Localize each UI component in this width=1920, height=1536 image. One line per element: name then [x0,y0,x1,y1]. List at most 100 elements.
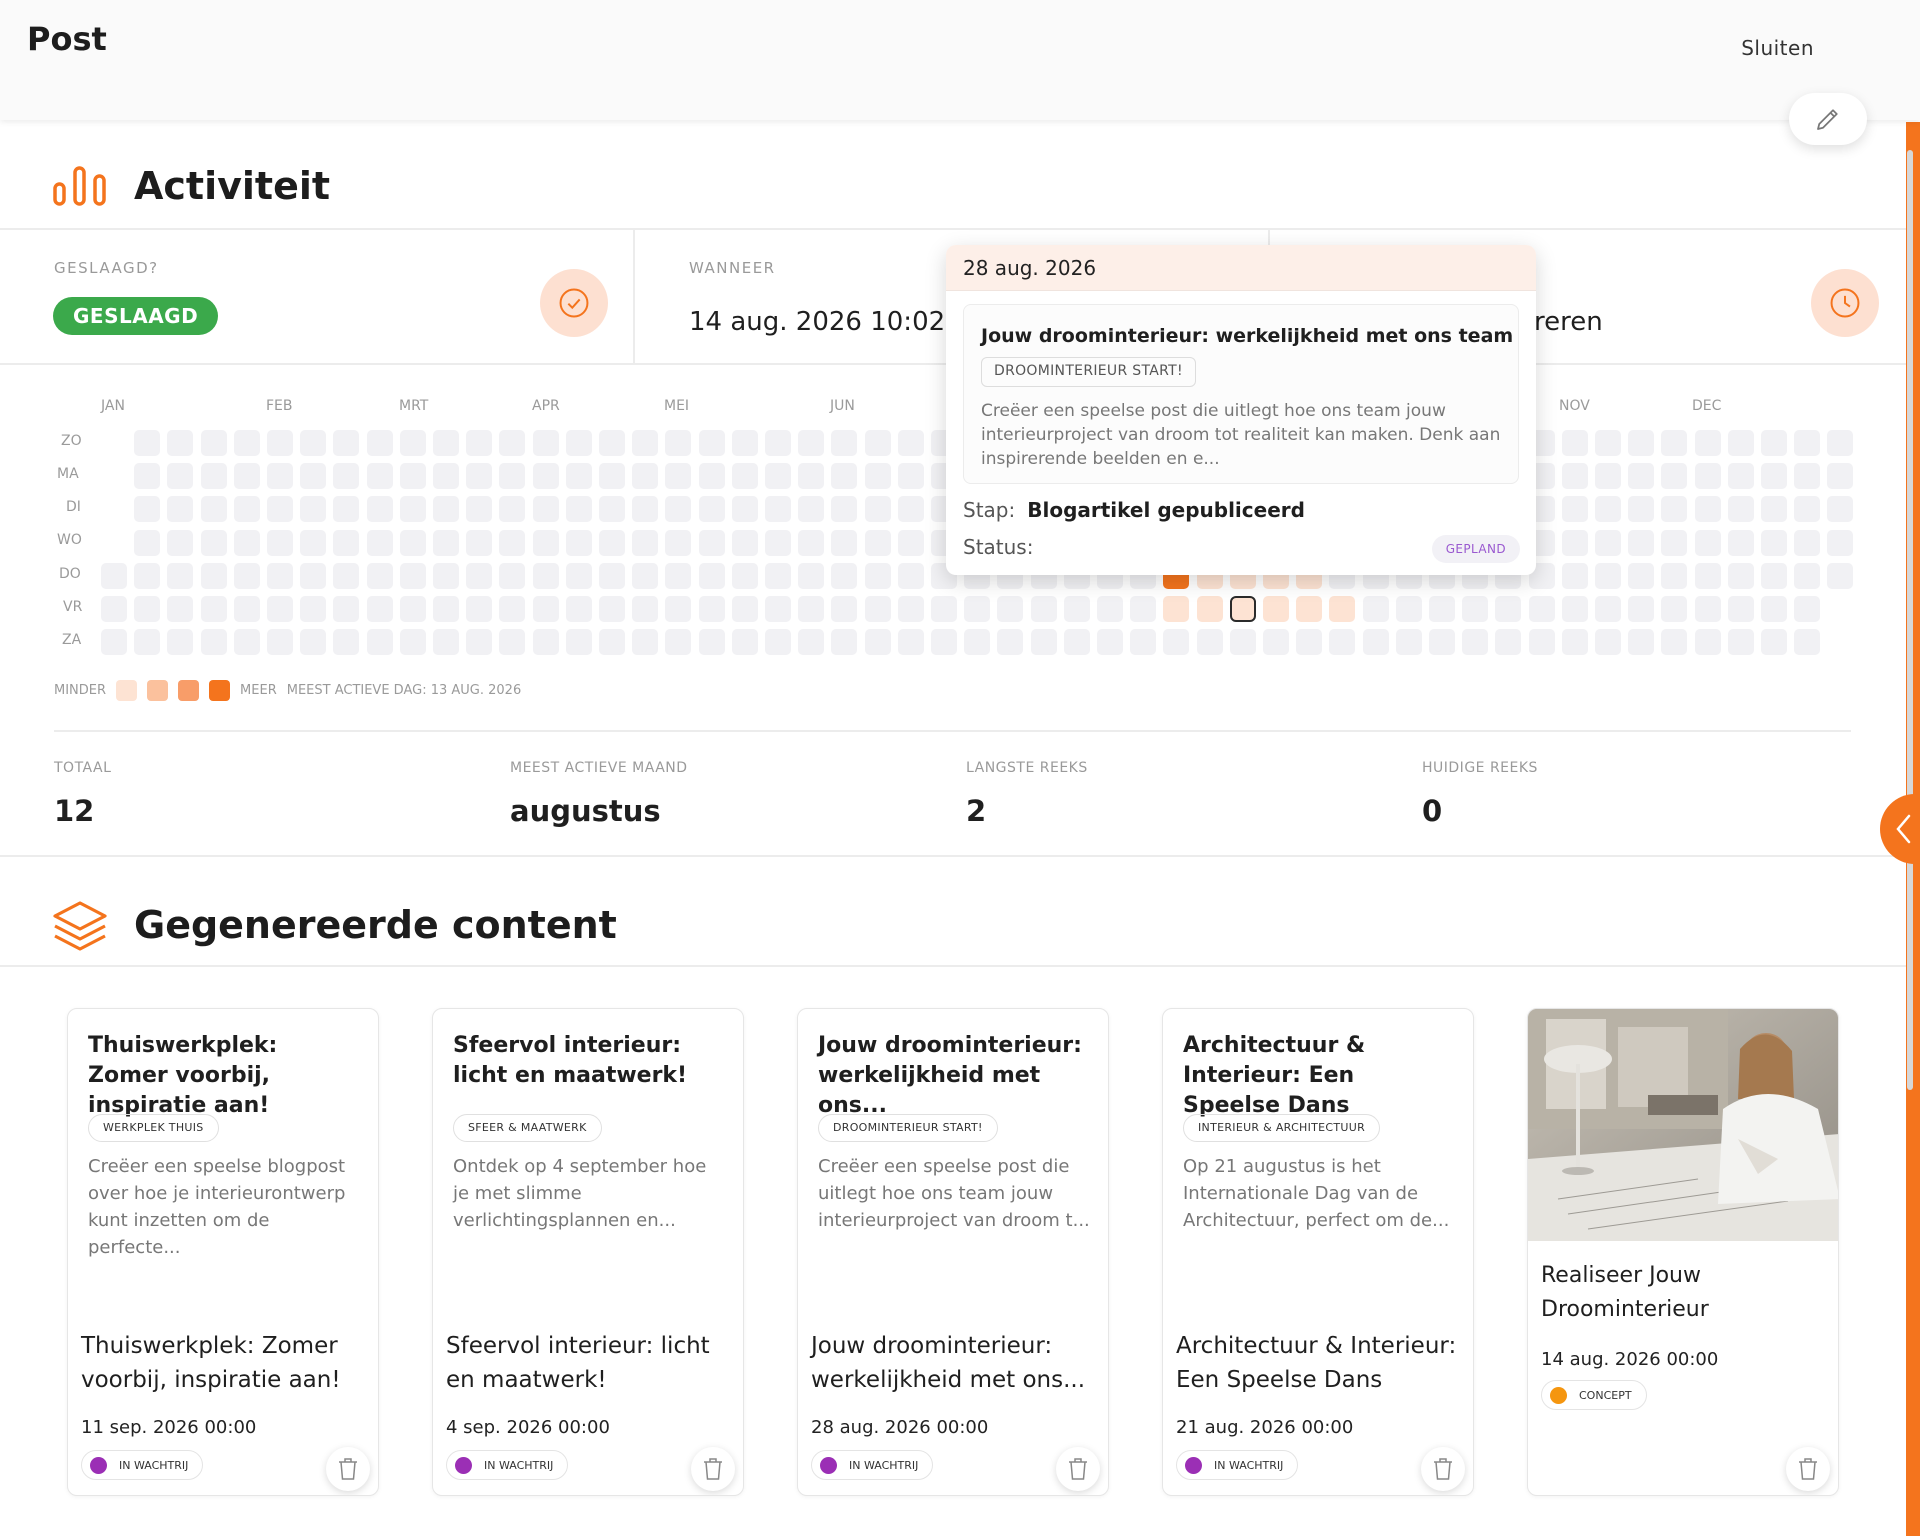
heatmap-cell[interactable] [732,530,758,556]
heatmap-cell[interactable] [1827,530,1853,556]
heatmap-cell[interactable] [466,496,492,522]
delete-button[interactable] [1056,1447,1100,1491]
heatmap-cell[interactable] [566,430,592,456]
heatmap-cell[interactable] [1761,463,1787,489]
heatmap-cell[interactable] [632,430,658,456]
heatmap-cell[interactable] [134,430,160,456]
heatmap-cell[interactable] [1794,463,1820,489]
heatmap-cell[interactable] [1429,596,1455,622]
heatmap-cell[interactable] [333,496,359,522]
heatmap-cell[interactable] [1329,596,1355,622]
heatmap-cell[interactable] [1628,563,1654,589]
heatmap-cell[interactable] [400,563,426,589]
heatmap-cell[interactable] [333,463,359,489]
heatmap-cell[interactable] [1794,496,1820,522]
heatmap-cell[interactable] [466,563,492,589]
heatmap-cell[interactable] [367,596,393,622]
heatmap-cell[interactable] [1064,596,1090,622]
heatmap-cell[interactable] [898,530,924,556]
heatmap-cell[interactable] [267,430,293,456]
heatmap-cell[interactable] [665,563,691,589]
heatmap-cell[interactable] [732,463,758,489]
heatmap-cell[interactable] [898,629,924,655]
heatmap-cell[interactable] [1695,596,1721,622]
heatmap-cell[interactable] [765,463,791,489]
heatmap-cell[interactable] [865,463,891,489]
heatmap-cell[interactable] [499,596,525,622]
heatmap-cell[interactable] [831,530,857,556]
heatmap-cell[interactable] [433,496,459,522]
heatmap-cell[interactable] [533,629,559,655]
heatmap-cell[interactable] [632,629,658,655]
heatmap-cell[interactable] [300,496,326,522]
heatmap-cell[interactable] [267,530,293,556]
heatmap-cell[interactable] [234,496,260,522]
heatmap-cell[interactable] [300,629,326,655]
heatmap-cell[interactable] [732,596,758,622]
heatmap-cell[interactable] [1197,629,1223,655]
heatmap-cell[interactable] [1695,629,1721,655]
heatmap-cell[interactable] [831,629,857,655]
heatmap-cell[interactable] [1462,596,1488,622]
heatmap-cell[interactable] [865,563,891,589]
heatmap-cell[interactable] [865,596,891,622]
heatmap-cell[interactable] [997,596,1023,622]
heatmap-cell[interactable] [533,563,559,589]
heatmap-cell[interactable] [732,496,758,522]
heatmap-cell[interactable] [400,629,426,655]
heatmap-cell[interactable] [1595,530,1621,556]
close-button[interactable]: Sluiten [1741,36,1814,60]
heatmap-cell[interactable] [400,496,426,522]
heatmap-cell[interactable] [1794,430,1820,456]
heatmap-cell[interactable] [1794,629,1820,655]
delete-button[interactable] [1421,1447,1465,1491]
heatmap-cell[interactable] [632,596,658,622]
heatmap-cell[interactable] [1562,430,1588,456]
heatmap-cell[interactable] [599,463,625,489]
heatmap-cell[interactable] [533,463,559,489]
heatmap-cell[interactable] [699,463,725,489]
heatmap-cell[interactable] [466,530,492,556]
heatmap-cell[interactable] [997,629,1023,655]
heatmap-cell[interactable] [1296,629,1322,655]
heatmap-cell[interactable] [831,596,857,622]
edit-button[interactable] [1789,93,1867,145]
heatmap-cell[interactable] [1562,463,1588,489]
heatmap-cell[interactable] [533,496,559,522]
heatmap-cell[interactable] [898,596,924,622]
heatmap-cell[interactable] [1495,596,1521,622]
heatmap-cell[interactable] [865,430,891,456]
heatmap-cell[interactable] [599,563,625,589]
heatmap-cell[interactable] [1263,629,1289,655]
heatmap-cell[interactable] [1263,596,1289,622]
heatmap-cell[interactable] [1130,629,1156,655]
heatmap-cell[interactable] [1495,629,1521,655]
heatmap-cell[interactable] [466,629,492,655]
heatmap-cell[interactable] [167,430,193,456]
heatmap-cell[interactable] [333,563,359,589]
heatmap-cell[interactable] [1031,629,1057,655]
heatmap-cell[interactable] [466,430,492,456]
heatmap-cell[interactable] [167,463,193,489]
heatmap-cell[interactable] [167,530,193,556]
heatmap-cell[interactable] [134,463,160,489]
heatmap-cell[interactable] [400,430,426,456]
heatmap-cell[interactable] [665,530,691,556]
content-card[interactable]: Architectuur & Interieur: Een Speelse Da… [1162,1008,1474,1496]
heatmap-cell[interactable] [1031,596,1057,622]
heatmap-cell[interactable] [466,463,492,489]
heatmap-cell[interactable] [533,430,559,456]
heatmap-cell[interactable] [865,530,891,556]
delete-button[interactable] [1786,1447,1830,1491]
heatmap-cell[interactable] [499,430,525,456]
heatmap-cell[interactable] [1628,530,1654,556]
heatmap-cell[interactable] [1794,596,1820,622]
content-card[interactable]: Sfeervol interieur: licht en maatwerk! S… [432,1008,744,1496]
heatmap-cell[interactable] [1695,530,1721,556]
heatmap-cell[interactable] [201,430,227,456]
heatmap-cell[interactable] [433,596,459,622]
heatmap-cell[interactable] [333,530,359,556]
heatmap-cell[interactable] [101,563,127,589]
heatmap-cell[interactable] [201,530,227,556]
heatmap-cell[interactable] [201,463,227,489]
